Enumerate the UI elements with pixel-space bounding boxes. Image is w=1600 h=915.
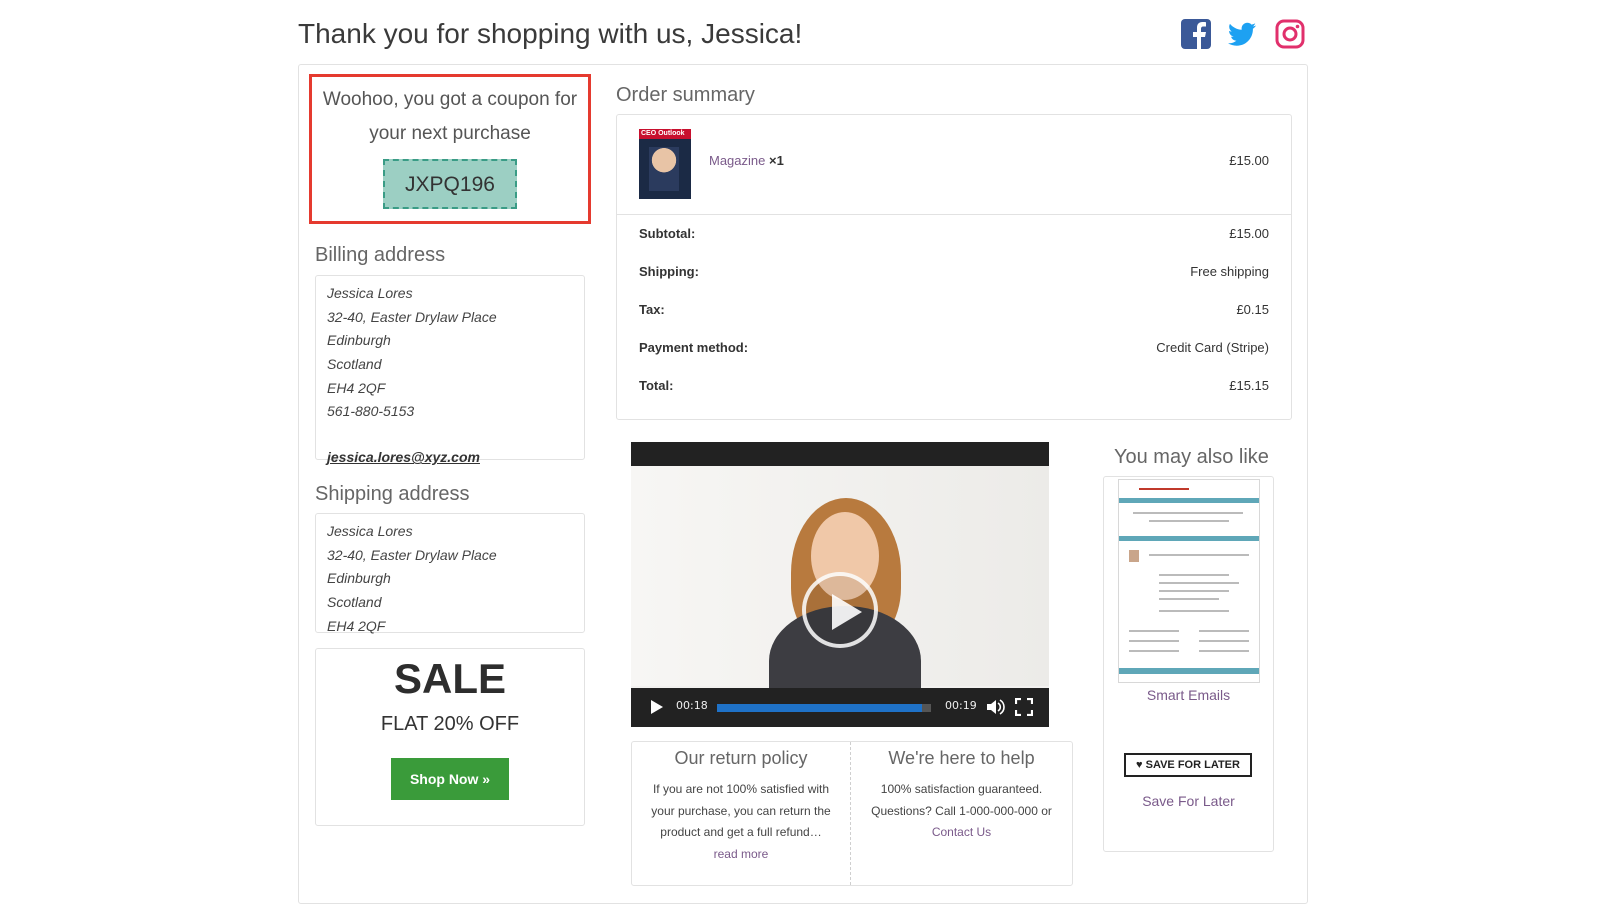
coupon-message: Woohoo, you got a coupon for your next p… xyxy=(322,89,578,144)
current-time: 00:18 xyxy=(676,699,708,712)
totals-row-subtotal: Subtotal: £15.00 xyxy=(639,215,1269,253)
shipping-title: Shipping address xyxy=(315,483,470,505)
totals-label: Subtotal: xyxy=(639,226,696,241)
billing-title: Billing address xyxy=(315,244,446,266)
billing-email[interactable]: jessica.lores@xyz.com xyxy=(327,446,573,470)
facebook-icon[interactable] xyxy=(1180,18,1212,50)
totals-label: Payment method: xyxy=(639,340,749,355)
instagram-icon[interactable] xyxy=(1274,18,1306,50)
thumbnail-label: CEO Outlook xyxy=(641,130,685,137)
totals-value: £15.00 xyxy=(1229,226,1269,241)
contact-us-link[interactable]: Contact Us xyxy=(932,825,991,839)
sale-subtitle: FLAT 20% OFF xyxy=(380,713,520,735)
product-name[interactable]: Magazine ×1 xyxy=(709,153,784,168)
billing-line: Scotland xyxy=(327,356,382,373)
read-more-link[interactable]: read more xyxy=(714,847,769,861)
billing-line: 32-40, Easter Drylaw Place xyxy=(327,308,497,325)
product-preview-image[interactable] xyxy=(1118,479,1260,683)
product-price: £15.00 xyxy=(1229,153,1269,168)
return-policy-text: If you are not 100% satisfied with your … xyxy=(651,782,831,839)
twitter-icon[interactable] xyxy=(1226,18,1258,50)
shipping-address: Jessica Lores 32-40, Easter Drylaw Place… xyxy=(315,513,585,634)
page-title: Thank you for shopping with us, Jessica! xyxy=(298,18,803,49)
totals-value: £15.15 xyxy=(1229,378,1269,393)
order-summary-title: Order summary xyxy=(616,84,755,106)
video-top-bar xyxy=(631,442,1049,466)
shipping-line: Jessica Lores xyxy=(327,523,413,539)
video-player[interactable]: 00:18 00:19 xyxy=(631,442,1049,727)
totals-label: Tax: xyxy=(639,302,665,317)
info-panel: Our return policy If you are not 100% sa… xyxy=(631,741,1073,886)
totals-value: Credit Card (Stripe) xyxy=(1156,340,1269,355)
order-item: CEO Outlook Magazine ×1 £15.00 xyxy=(617,115,1291,215)
totals-row-total: Total: £15.15 xyxy=(639,367,1269,405)
video-frame xyxy=(631,466,1049,716)
save-for-later-label: SAVE FOR LATER xyxy=(1145,759,1240,771)
product-quantity: ×1 xyxy=(769,153,784,168)
progress-bar[interactable] xyxy=(717,704,931,712)
shipping-line: Edinburgh xyxy=(327,570,391,587)
totals-row-tax: Tax: £0.15 xyxy=(639,291,1269,329)
play-icon[interactable] xyxy=(651,700,663,714)
big-play-icon[interactable] xyxy=(802,572,878,648)
coupon-block: Woohoo, you got a coupon for your next p… xyxy=(309,74,591,224)
save-for-later-link[interactable]: Save For Later xyxy=(1104,793,1273,809)
return-policy-title: Our return policy xyxy=(674,748,808,768)
totals-label: Total: xyxy=(639,378,674,393)
totals-value: Free shipping xyxy=(1190,264,1269,279)
help-text: 100% satisfaction guaranteed. Questions?… xyxy=(871,782,1052,818)
totals-row-shipping: Shipping: Free shipping xyxy=(639,253,1269,291)
totals-label: Shipping: xyxy=(639,264,699,279)
billing-line: EH4 2QF xyxy=(327,379,386,396)
product-name-text[interactable]: Magazine xyxy=(709,153,765,168)
shipping-line: 32-40, Easter Drylaw Place xyxy=(327,546,497,563)
sale-title: SALE xyxy=(393,655,506,702)
recommend-title: You may also like xyxy=(1114,446,1269,468)
remaining-time: 00:19 xyxy=(945,699,977,712)
help-body: 100% satisfaction guaranteed. Questions?… xyxy=(851,779,1072,844)
video-controls: 00:18 00:19 xyxy=(631,688,1049,727)
billing-line: Jessica Lores xyxy=(327,285,413,301)
help-section: We're here to help 100% satisfaction gua… xyxy=(851,742,1072,885)
heart-icon: ♥ xyxy=(1136,759,1143,771)
shipping-line: EH4 2QF xyxy=(327,617,386,634)
product-thumbnail[interactable]: CEO Outlook xyxy=(639,129,691,199)
fullscreen-icon[interactable] xyxy=(1015,698,1033,716)
return-policy: Our return policy If you are not 100% sa… xyxy=(632,742,851,885)
billing-line: Edinburgh xyxy=(327,332,391,349)
recommend-card: Smart Emails ♥ SAVE FOR LATER Save For L… xyxy=(1103,476,1274,852)
return-policy-body: If you are not 100% satisfied with your … xyxy=(632,779,850,865)
progress-fill xyxy=(717,704,923,712)
order-totals: Subtotal: £15.00 Shipping: Free shipping T… xyxy=(639,215,1269,405)
help-title: We're here to help xyxy=(888,748,1035,768)
sale-banner: SALE FLAT 20% OFF Shop Now » xyxy=(315,648,585,826)
shipping-line: Scotland xyxy=(327,594,382,611)
recommend-product-name[interactable]: Smart Emails xyxy=(1104,687,1273,703)
shop-now-button[interactable]: Shop Now » xyxy=(391,758,509,800)
save-for-later-button[interactable]: ♥ SAVE FOR LATER xyxy=(1124,753,1252,777)
billing-phone: 561-880-5153 xyxy=(327,403,415,420)
billing-address: Jessica Lores 32-40, Easter Drylaw Place… xyxy=(315,275,585,465)
coupon-code[interactable]: JXPQ196 xyxy=(383,159,517,209)
volume-icon[interactable] xyxy=(985,698,1005,716)
order-summary: CEO Outlook Magazine ×1 £15.00 Subtotal:… xyxy=(616,114,1292,420)
totals-row-payment: Payment method: Credit Card (Stripe) xyxy=(639,329,1269,367)
totals-value: £0.15 xyxy=(1236,302,1269,317)
